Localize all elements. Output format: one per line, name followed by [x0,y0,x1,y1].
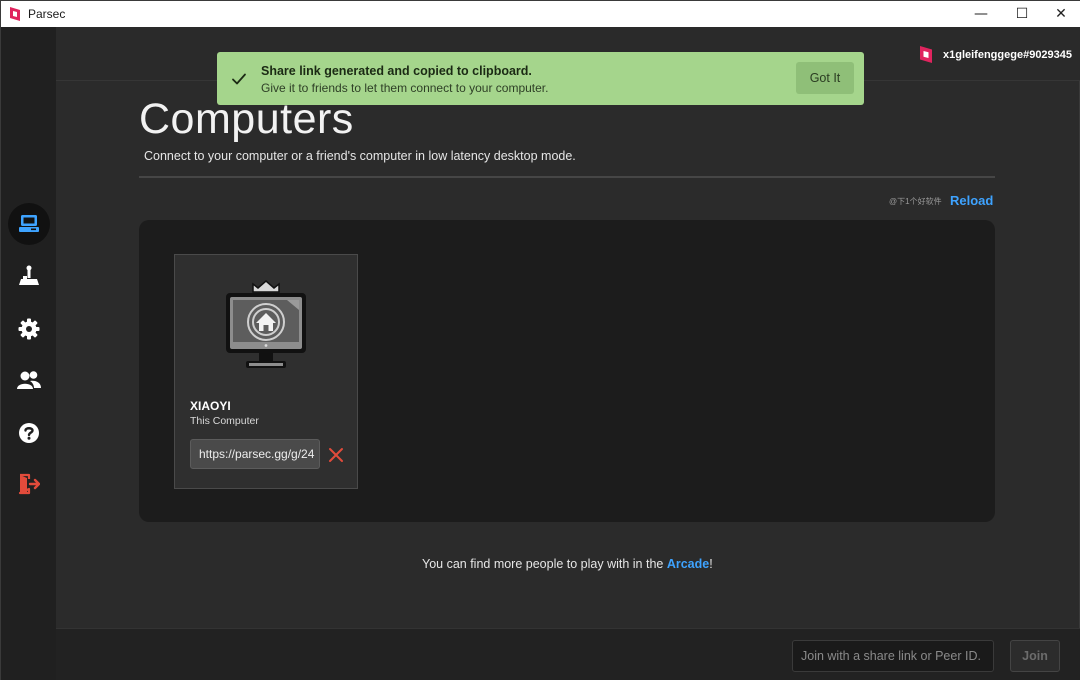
friends-icon [17,371,41,389]
app-window: Parsec — ☐ ✕ x1gleifenggege#9029345 Shar… [0,0,1080,680]
computer-label: This Computer [190,415,259,427]
arcade-suffix: ! [709,557,713,571]
sidebar-item-settings[interactable] [8,308,50,350]
reload-link[interactable]: Reload [950,193,993,208]
join-input[interactable] [792,640,994,672]
sidebar-item-help[interactable] [8,412,50,454]
monitor-home-icon [226,280,306,368]
computer-name: XIAOYI [190,399,231,413]
sidebar-item-arcade[interactable] [8,255,50,297]
arcade-prompt: You can find more people to play with in… [422,557,713,571]
toast-message: Give it to friends to let them connect t… [261,81,549,95]
gear-icon [18,318,40,340]
share-link-field[interactable]: https://parsec.gg/g/24 [190,439,320,469]
page-subtitle: Connect to your computer or a friend's c… [144,149,576,163]
minimize-button[interactable]: — [963,1,999,27]
divider [139,176,995,178]
joystick-icon [19,265,39,285]
close-button[interactable]: ✕ [1043,1,1079,27]
watermark: @下1个好软件 [889,197,942,206]
parsec-logo-icon [10,7,20,21]
sidebar-item-friends[interactable] [8,359,50,401]
logout-icon [18,473,40,495]
checkmark-icon [232,73,246,85]
title-bar: Parsec — ☐ ✕ [1,1,1080,27]
arcade-prompt-text: You can find more people to play with in… [422,557,667,571]
parsec-user-icon[interactable] [919,46,933,63]
sidebar-item-computers[interactable] [8,203,50,245]
sidebar [1,27,56,680]
maximize-button[interactable]: ☐ [1004,1,1040,27]
arcade-link[interactable]: Arcade [667,557,709,571]
username[interactable]: x1gleifenggege#9029345 [943,49,1072,61]
help-icon [19,423,39,443]
window-title: Parsec [28,7,66,21]
computer-icon [19,215,39,232]
page-title: Computers [139,95,354,143]
join-button[interactable]: Join [1010,640,1060,672]
toast-title: Share link generated and copied to clipb… [261,64,532,78]
close-icon[interactable] [328,447,344,463]
sidebar-item-logout[interactable] [8,463,50,505]
got-it-button[interactable]: Got It [796,62,854,94]
